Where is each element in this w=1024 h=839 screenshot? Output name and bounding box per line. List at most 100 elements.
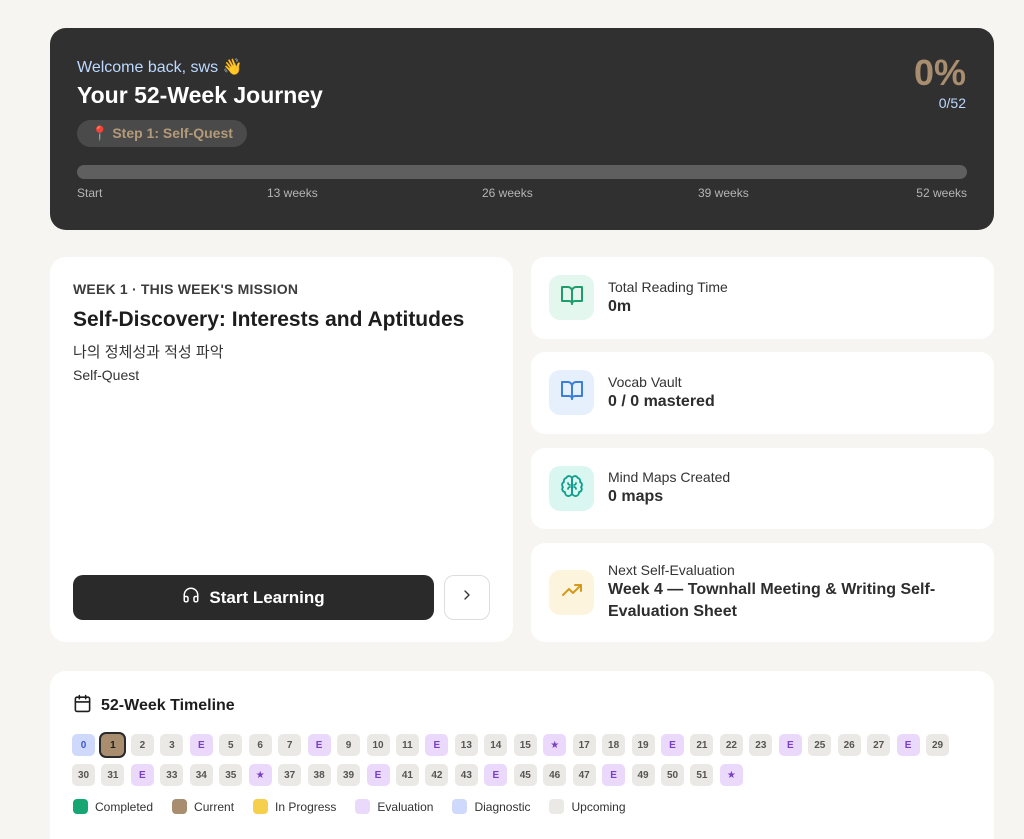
week-cell-upcoming[interactable]: 7 <box>278 734 302 756</box>
week-cell-upcoming[interactable]: 9 <box>337 734 361 756</box>
week-cell-upcoming[interactable]: 38 <box>307 764 331 786</box>
week-cell-upcoming[interactable]: 13 <box>454 734 478 756</box>
week-cell-evaluation[interactable]: E <box>425 734 449 756</box>
legend-label: Evaluation <box>377 799 434 814</box>
stat-value: 0 maps <box>608 488 664 505</box>
week-cell-current[interactable]: 1 <box>101 734 125 756</box>
trending-up-icon <box>560 578 584 607</box>
progress-count: 0/52 <box>938 95 966 111</box>
week-cell-upcoming[interactable]: 2 <box>130 734 154 756</box>
week-cell-evaluation[interactable]: E <box>307 734 331 756</box>
week-cell-evaluation[interactable]: E <box>778 734 802 756</box>
week-cell-upcoming[interactable]: 26 <box>837 734 861 756</box>
week-cell-upcoming[interactable]: 21 <box>690 734 714 756</box>
stat-label: Mind Maps Created <box>608 469 731 485</box>
start-learning-label: Start Learning <box>209 587 325 607</box>
chevron-right-icon <box>459 587 475 608</box>
legend-label: Upcoming <box>571 799 626 814</box>
week-cell-upcoming[interactable]: 30 <box>72 764 95 786</box>
week-cell-upcoming[interactable]: 34 <box>189 764 213 786</box>
week-cell-upcoming[interactable]: 10 <box>366 734 390 756</box>
week-cell-upcoming[interactable]: 45 <box>513 764 537 786</box>
start-learning-button[interactable]: Start Learning <box>73 575 434 620</box>
week-cell-upcoming[interactable]: 42 <box>425 764 449 786</box>
week-cell-milestone[interactable]: ★ <box>719 764 743 786</box>
week-cell-upcoming[interactable]: 22 <box>719 734 743 756</box>
legend-label: In Progress <box>275 799 337 814</box>
week-cell-evaluation[interactable]: E <box>896 734 920 756</box>
week-cell-upcoming[interactable]: 37 <box>278 764 302 786</box>
week-cell-upcoming[interactable]: 25 <box>808 734 832 756</box>
legend-swatch <box>172 799 188 814</box>
stat-card-vocab-vault: Vocab Vault 0 / 0 mastered <box>531 352 994 434</box>
stat-card-next-evaluation: Next Self-Evaluation Week 4 — Townhall M… <box>531 543 994 642</box>
legend-item: Completed <box>73 799 153 814</box>
week-cell-upcoming[interactable]: 35 <box>219 764 243 786</box>
legend-swatch <box>452 799 468 814</box>
mission-eyebrow: WEEK 1 · THIS WEEK'S MISSION <box>73 281 299 297</box>
legend-swatch <box>73 799 88 814</box>
week-cell-upcoming[interactable]: 3 <box>160 734 184 756</box>
legend-swatch <box>253 799 269 814</box>
week-cell-evaluation[interactable]: E <box>484 764 508 786</box>
week-cell-upcoming[interactable]: 27 <box>867 734 891 756</box>
week-cell-upcoming[interactable]: 47 <box>572 764 596 786</box>
week-cell-upcoming[interactable]: 19 <box>631 734 655 756</box>
week-cell-evaluation[interactable]: E <box>366 764 390 786</box>
stat-icon-box <box>549 570 594 615</box>
progress-ticks: Start 13 weeks 26 weeks 39 weeks 52 week… <box>77 186 967 202</box>
tick-26-weeks: 26 weeks <box>482 186 533 200</box>
week-cell-milestone[interactable]: ★ <box>543 734 567 756</box>
week-cell-upcoming[interactable]: 46 <box>543 764 567 786</box>
week-cell-evaluation[interactable]: E <box>602 764 626 786</box>
week-cell-upcoming[interactable]: 29 <box>926 734 950 756</box>
week-cell-upcoming[interactable]: 5 <box>219 734 243 756</box>
week-cell-upcoming[interactable]: 15 <box>513 734 537 756</box>
week-cell-upcoming[interactable]: 18 <box>602 734 626 756</box>
next-evaluation-value[interactable]: Week 4 — Townhall Meeting & Writing Self… <box>608 579 968 623</box>
week-cell-upcoming[interactable]: 49 <box>631 764 655 786</box>
stat-value: 0 / 0 mastered <box>608 393 715 410</box>
mission-subtitle-korean: 나의 정체성과 적성 파악 <box>73 344 224 361</box>
week-cell-milestone[interactable]: ★ <box>248 764 272 786</box>
mission-title: Self-Discovery: Interests and Aptitudes <box>73 308 465 331</box>
progress-bar <box>77 165 967 179</box>
week-cell-evaluation[interactable]: E <box>130 764 154 786</box>
legend-label: Diagnostic <box>474 799 531 814</box>
legend-label: Completed <box>95 799 154 814</box>
tick-52-weeks: 52 weeks <box>916 186 967 200</box>
stat-icon-box <box>549 370 594 415</box>
week-cell-evaluation[interactable]: E <box>189 734 213 756</box>
current-step-badge: 📍 Step 1: Self-Quest <box>77 120 247 147</box>
legend-item: Diagnostic <box>452 799 530 814</box>
week-cell-upcoming[interactable]: 51 <box>690 764 714 786</box>
open-book-icon <box>560 378 584 407</box>
week-cell-upcoming[interactable]: 39 <box>337 764 361 786</box>
week-cell-diagnostic[interactable]: 0 <box>72 734 95 756</box>
timeline-header: 52-Week Timeline <box>73 694 235 718</box>
week-cell-upcoming[interactable]: 14 <box>484 734 508 756</box>
week-cell-upcoming[interactable]: 33 <box>160 764 184 786</box>
stat-label: Total Reading Time <box>608 279 728 295</box>
welcome-text: Welcome back, sws 👋 <box>77 59 243 76</box>
calendar-icon <box>73 694 92 718</box>
tick-start: Start <box>77 186 103 200</box>
legend-item: Evaluation <box>355 799 433 814</box>
timeline-card: 52-Week Timeline 0 1 2 3 E 5 6 7 E 9 10 11 E 13 14 15 ★ 1… <box>50 671 994 839</box>
stat-icon-box <box>549 466 594 511</box>
week-cell-upcoming[interactable]: 41 <box>395 764 419 786</box>
week-cell-upcoming[interactable]: 31 <box>101 764 125 786</box>
week-cell-upcoming[interactable]: 17 <box>572 734 596 756</box>
week-cell-upcoming[interactable]: 43 <box>454 764 478 786</box>
next-mission-button[interactable] <box>444 575 490 620</box>
tick-39-weeks: 39 weeks <box>698 186 749 200</box>
stat-card-mind-maps: Mind Maps Created 0 maps <box>531 448 994 529</box>
week-cell-upcoming[interactable]: 50 <box>661 764 684 786</box>
week-cell-upcoming[interactable]: 23 <box>749 734 773 756</box>
week-cell-evaluation[interactable]: E <box>661 734 684 756</box>
week-cell-upcoming[interactable]: 11 <box>395 734 419 756</box>
weekly-mission-card: WEEK 1 · THIS WEEK'S MISSION Self-Discov… <box>50 257 513 642</box>
open-book-icon <box>560 283 584 312</box>
week-cell-upcoming[interactable]: 6 <box>248 734 272 756</box>
brain-icon <box>560 474 584 503</box>
